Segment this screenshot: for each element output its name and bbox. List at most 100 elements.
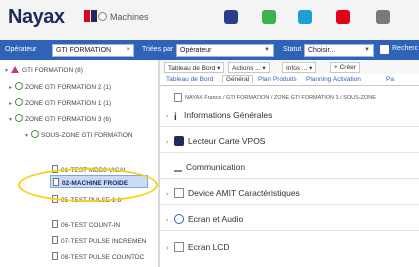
tree-machine-07[interactable]: 07-TEST PULSE INCREMEN [52, 236, 146, 245]
status-value: Choisir... [308, 47, 336, 54]
section-communication[interactable]: Communication [166, 162, 245, 172]
tree-node-label: 07-TEST PULSE INCREMEN [61, 238, 147, 245]
machine-icon [52, 236, 58, 244]
search-label: Recherc [392, 45, 419, 52]
logo-text: Nayax [8, 6, 65, 28]
operator-label: Opérateur [5, 46, 37, 53]
section-lecteur-carte-vpos[interactable]: › Lecteur Carte VPOS [166, 136, 265, 146]
create-button[interactable]: + Créer [330, 62, 360, 73]
section-label: Informations Générales [184, 110, 273, 120]
module-label: Machines [110, 12, 149, 22]
tree-node-label: ZONE GTI FORMATION 3 (6) [25, 116, 112, 123]
infos-button[interactable]: Infos ... ▾ [282, 62, 317, 73]
card-reader-icon [174, 136, 184, 146]
infos-button-label: Infos ... [286, 65, 308, 72]
app-icon-3[interactable] [298, 10, 312, 24]
section-label: Lecteur Carte VPOS [188, 136, 266, 146]
section-informations-generales[interactable]: › i Informations Générales [166, 110, 273, 123]
tree-node-root[interactable]: ▾ GTI FORMATION (8) [5, 66, 83, 74]
machine-tree: ▾ GTI FORMATION (8) ▸ ZONE GTI FORMATION 2… [0, 60, 160, 267]
module-title[interactable]: Machines [98, 12, 149, 22]
app-icon-2[interactable] [262, 10, 276, 24]
chevron-right-icon: › [166, 217, 169, 224]
chevron-right-icon: › [166, 191, 169, 198]
page: Nayax Machines Opérateur GTI FORMATION ×… [0, 0, 419, 267]
divider [160, 126, 419, 127]
operator-icon [11, 66, 19, 73]
section-label: Device AMIT Caractéristiques [188, 188, 300, 198]
clear-icon[interactable]: × [126, 47, 130, 53]
machine-icon [52, 220, 58, 228]
tab-planning-activation[interactable]: Planning Activation [306, 76, 361, 83]
annotation-highlight-ring [18, 168, 158, 202]
section-label: Communication [186, 162, 246, 172]
tab-dashboard[interactable]: Tableau de Bord [166, 76, 213, 83]
section-ecran-lcd[interactable]: › Ecran LCD [166, 242, 230, 252]
tree-machine-06[interactable]: 06-TEST COUNT-IN [52, 220, 120, 229]
dashboard-button-label: Tableau de Bord [168, 65, 216, 72]
divider [160, 178, 419, 179]
section-label: Ecran LCD [188, 242, 230, 252]
section-device-amit[interactable]: › Device AMIT Caractéristiques [166, 188, 300, 198]
breadcrumb: NAYAX France / GTI FORMATION / ZONE GTI … [185, 95, 376, 101]
machine-icon [174, 93, 182, 102]
app-icon-5[interactable] [376, 10, 390, 24]
tree-node-label: ZONE GTI FORMATION 2 (1) [25, 84, 112, 91]
create-button-label: Créer [339, 64, 356, 71]
tree-node-zone-3[interactable]: ▾ ZONE GTI FORMATION 3 (6) [9, 114, 111, 123]
tab-plan-produits[interactable]: Plan Produits [258, 76, 297, 83]
tree-machine-08[interactable]: 08-TEST PULSE COUNTDC [52, 252, 144, 261]
divider [160, 152, 419, 153]
tree-node-label: ZONE GTI FORMATION 1 (1) [25, 100, 112, 107]
app-icon-4[interactable] [336, 10, 350, 24]
sort-label: Triées par [142, 46, 174, 53]
chevron-right-icon: › [166, 245, 169, 252]
actions-button[interactable]: Actions ... ▾ [228, 62, 270, 73]
divider [160, 230, 419, 231]
tab-general[interactable]: Général [222, 75, 254, 83]
logo-flag-red [84, 10, 90, 22]
divider [160, 204, 419, 205]
chevron-down-icon: ▼ [364, 47, 370, 53]
logo-flag-blue [91, 10, 97, 22]
device-icon [174, 188, 184, 198]
actions-button-label: Actions ... [232, 65, 261, 72]
zone-icon [15, 98, 23, 106]
dashboard-button[interactable]: Tableau de Bord ▾ [164, 62, 225, 73]
antenna-icon [174, 162, 182, 172]
section-label: Ecran et Audio [188, 214, 244, 224]
info-icon: i [174, 112, 177, 123]
app-icon-1[interactable] [224, 10, 238, 24]
sort-select[interactable]: Opérateur ▼ [176, 44, 274, 57]
machine-toolbar: Tableau de Bord ▾ Actions ... ▾ Infos ..… [160, 60, 419, 74]
tree-node-label: 08-TEST PULSE COUNTDC [61, 254, 145, 261]
chevron-down-icon: ▼ [264, 47, 270, 53]
tree-node-subzone[interactable]: ▾ SOUS-ZONE GTI FORMATION [25, 130, 133, 139]
tree-node-label: 06-TEST COUNT-IN [61, 222, 121, 229]
top-header: Nayax Machines [0, 0, 419, 40]
zone-icon [15, 114, 23, 122]
gear-icon [98, 12, 107, 21]
zone-icon [15, 82, 23, 90]
nayax-logo[interactable]: Nayax [8, 6, 97, 29]
tree-node-label: SOUS-ZONE GTI FORMATION [41, 132, 133, 139]
search-icon [380, 45, 389, 54]
zone-icon [31, 130, 39, 138]
sort-value: Opérateur [180, 47, 212, 54]
tree-node-zone-1[interactable]: ▸ ZONE GTI FORMATION 1 (1) [9, 98, 111, 107]
screen-icon [174, 242, 184, 252]
operator-value: GTI FORMATION [56, 47, 112, 54]
chevron-right-icon: › [166, 113, 169, 120]
tab-more[interactable]: Pa [386, 76, 394, 83]
audio-icon [174, 214, 184, 224]
search-button[interactable]: Recherc [378, 43, 419, 57]
status-select[interactable]: Choisir... ▼ [304, 44, 374, 57]
machine-icon [52, 252, 58, 260]
status-label: Statut [283, 46, 302, 53]
filter-bar: Opérateur GTI FORMATION × Triées par Opé… [0, 40, 419, 60]
tree-node-label: GTI FORMATION (8) [22, 67, 83, 74]
chevron-right-icon: › [166, 139, 169, 146]
section-ecran-audio[interactable]: › Ecran et Audio [166, 214, 243, 224]
operator-field[interactable]: GTI FORMATION × [52, 44, 134, 57]
tree-node-zone-2[interactable]: ▸ ZONE GTI FORMATION 2 (1) [9, 82, 111, 91]
